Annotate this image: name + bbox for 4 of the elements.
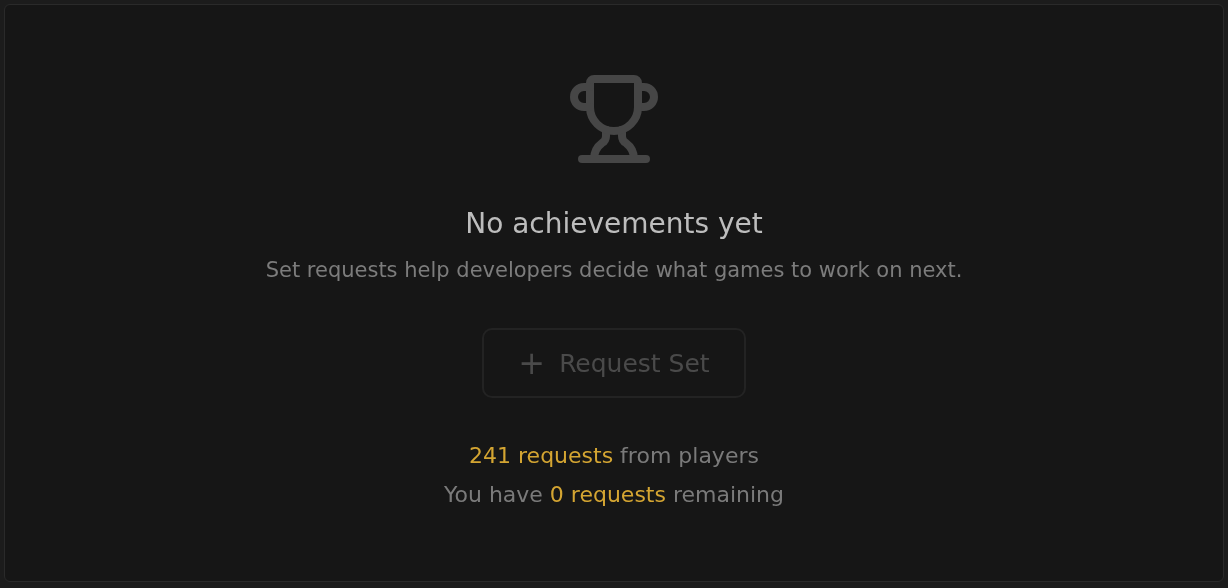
- empty-state-description: Set requests help developers decide what games to work on next.: [265, 258, 963, 282]
- empty-state-title: No achievements yet: [465, 207, 763, 240]
- requests-info: 241 requests from players: [469, 442, 759, 470]
- requests-info: You have 0 requests remaining: [443, 481, 785, 509]
